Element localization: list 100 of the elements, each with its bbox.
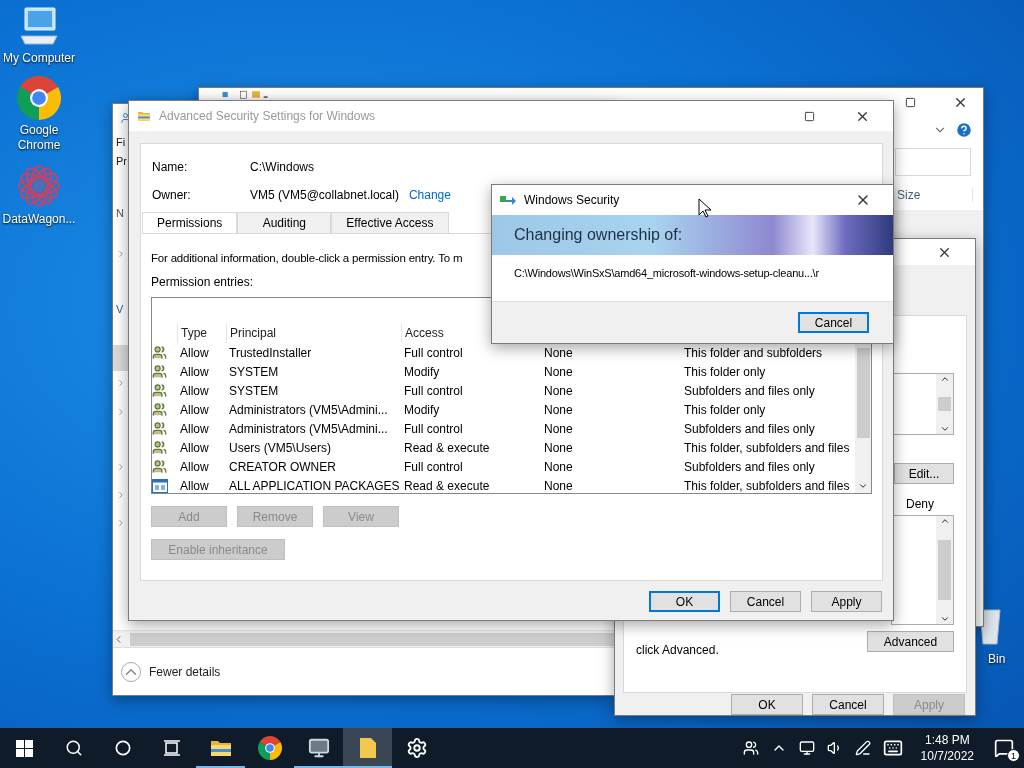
- table-cell-text: None: [543, 421, 574, 436]
- table-cell-text: Allow: [179, 440, 210, 455]
- table-cell-text: Allow: [179, 402, 210, 417]
- table-cell-text: This folder, subfolders and files: [683, 478, 851, 493]
- taskbar-app[interactable]: [343, 728, 392, 768]
- security-icon: [500, 194, 516, 206]
- table-cell-text: Read & execute: [403, 478, 491, 493]
- table-cell-text: This folder and subfolders: [683, 345, 824, 360]
- table-cell-text: Allow: [179, 459, 210, 474]
- chrome-icon: [17, 76, 61, 120]
- monitor-icon[interactable]: [307, 737, 330, 759]
- document-icon[interactable]: [358, 737, 377, 759]
- column-header[interactable]: N: [116, 207, 124, 219]
- network-icon[interactable]: [798, 740, 815, 756]
- people-icon[interactable]: [742, 740, 759, 756]
- tab[interactable]: Permissions: [142, 212, 238, 233]
- horizontal-scrollbar[interactable]: [113, 630, 616, 647]
- advanced-button[interactable]: Advanced: [867, 631, 954, 652]
- clock[interactable]: 1:48 PM 10/7/2022: [920, 732, 974, 764]
- table-cell-text: None: [543, 478, 574, 493]
- desktop-icon-label[interactable]: DataWagon...: [1, 212, 77, 227]
- window-title: Advanced Security Settings for Windows: [159, 109, 376, 123]
- table-cell-text: Allow: [179, 345, 210, 360]
- table-cell-text: SYSTEM: [228, 364, 280, 379]
- users-icon: [152, 440, 167, 455]
- change-link[interactable]: Change: [408, 188, 451, 202]
- table-cell-text: Modify: [403, 402, 441, 417]
- computer-icon[interactable]: [17, 6, 61, 48]
- users-icon: [152, 383, 167, 398]
- table-cell-text: Subfolders and files only: [683, 421, 816, 436]
- table-cell-text: Full control: [403, 459, 464, 474]
- group-header: V: [116, 303, 124, 315]
- desktop-icon-label[interactable]: Bin: [988, 652, 1006, 666]
- field-label: Owner:: [152, 188, 192, 202]
- banner-heading: Changing ownership of:: [514, 226, 683, 244]
- tab[interactable]: Auditing: [237, 212, 332, 233]
- users-icon: [152, 459, 167, 474]
- table-cell-text: None: [543, 402, 574, 417]
- users-icon: [152, 364, 167, 379]
- column-header[interactable]: Principal: [226, 324, 401, 343]
- windows-logo-icon: [16, 739, 33, 757]
- task-view-icon: [162, 740, 181, 756]
- column-header[interactable]: Type: [177, 324, 226, 343]
- desktop-icon-label[interactable]: My Computer: [1, 51, 77, 66]
- scroll-thumb[interactable]: [130, 632, 614, 646]
- table-cell-text: Read & execute: [403, 440, 491, 455]
- info-text: For additional information, double-click a permission entry. To m: [151, 252, 464, 264]
- search-field[interactable]: [895, 147, 971, 176]
- dialog-button[interactable]: OK: [731, 694, 803, 715]
- dialog-button[interactable]: Cancel: [730, 591, 801, 612]
- pen-icon[interactable]: [854, 740, 871, 756]
- dialog-button[interactable]: Cancel: [812, 694, 884, 715]
- table-cell-text: ALL APPLICATION PACKAGES: [228, 478, 401, 493]
- chrome-icon: [257, 736, 282, 760]
- scroll-thumb[interactable]: [938, 540, 951, 600]
- table-cell-text: None: [543, 383, 574, 398]
- scroll-thumb[interactable]: [938, 397, 951, 411]
- table-cell-text: Users (VM5\Users): [228, 440, 332, 455]
- dialog-button[interactable]: OK: [649, 591, 720, 612]
- table-cell-text: None: [543, 459, 574, 474]
- users-icon: [152, 402, 167, 417]
- edit-button[interactable]: Edit...: [894, 463, 954, 484]
- settings-icon[interactable]: [405, 737, 428, 759]
- fewer-details-link[interactable]: Fewer details: [149, 664, 221, 679]
- table-cell-text: This folder, subfolders and files: [683, 440, 851, 455]
- section-label: Permission entries:: [151, 275, 255, 289]
- table-cell-text: None: [543, 364, 574, 379]
- desktop-icon-label[interactable]: Google Chrome: [1, 123, 77, 153]
- selected-row-highlight: [113, 345, 128, 371]
- table-cell-text: This folder only: [683, 364, 767, 379]
- table-cell-text: Administrators (VM5\Admini...: [228, 421, 389, 436]
- users-icon: [152, 345, 167, 360]
- scroll-down-icon[interactable]: [858, 481, 868, 491]
- scroll-thumb[interactable]: [856, 348, 870, 438]
- scroll-up-icon[interactable]: [939, 516, 950, 526]
- list-box[interactable]: [891, 373, 954, 435]
- search-icon: [64, 739, 83, 757]
- table-cell-text: Subfolders and files only: [683, 459, 816, 474]
- circle-icon: [114, 740, 131, 756]
- scroll-down-icon[interactable]: [939, 424, 950, 434]
- maximize-icon: [804, 110, 815, 122]
- dialog-button[interactable]: Apply: [811, 591, 882, 612]
- application-window-icon: [152, 478, 168, 493]
- table-cell-text: Full control: [403, 421, 464, 436]
- cancel-button[interactable]: Cancel: [798, 312, 869, 333]
- menu-item[interactable]: Fi: [116, 136, 126, 148]
- table-cell-text: Full control: [403, 345, 464, 360]
- keyboard-icon[interactable]: [882, 738, 903, 758]
- field-value: VM5 (VM5@collabnet.local): [250, 188, 399, 202]
- advanced-note: click Advanced.: [636, 643, 719, 657]
- table-cell-text: Administrators (VM5\Admini...: [228, 402, 389, 417]
- scroll-down-icon[interactable]: [939, 614, 950, 624]
- column-header: Deny: [906, 497, 934, 511]
- tab[interactable]: Effective Access: [331, 212, 449, 233]
- tab[interactable]: Pr: [116, 155, 127, 167]
- table-cell-text: None: [543, 345, 574, 360]
- scroll-up-icon[interactable]: [939, 374, 950, 384]
- table-cell-text: Allow: [179, 383, 210, 398]
- help-icon[interactable]: [955, 120, 973, 139]
- table-cell-text: TrustedInstaller: [228, 345, 313, 360]
